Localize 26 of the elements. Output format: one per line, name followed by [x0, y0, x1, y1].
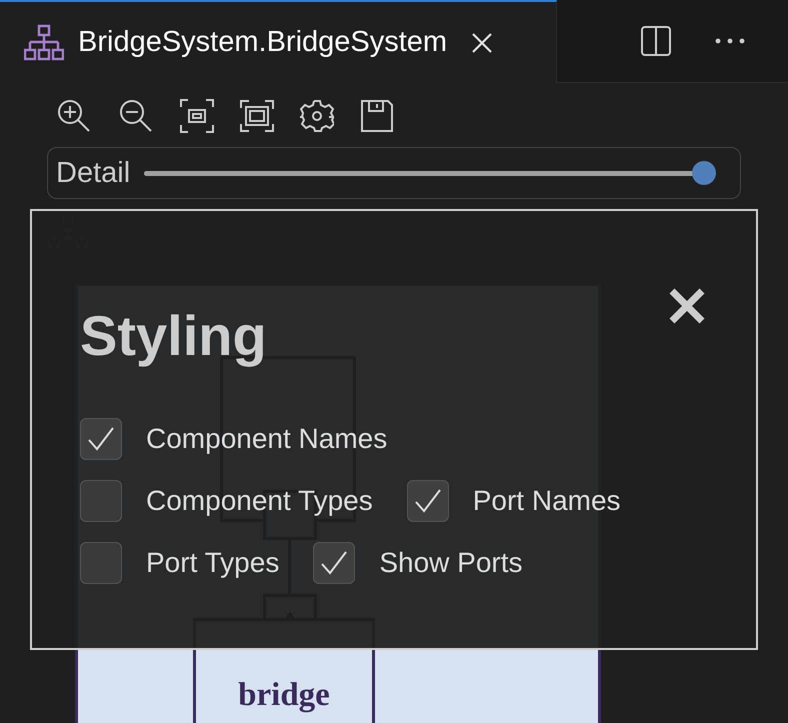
- detail-label: Detail: [56, 156, 130, 190]
- editor-tab[interactable]: BridgeSystem.BridgeSystem: [0, 0, 557, 83]
- close-icon[interactable]: [471, 32, 494, 54]
- zoom-out-icon[interactable]: [118, 98, 154, 134]
- more-icon[interactable]: [714, 37, 746, 45]
- fit-selection-icon[interactable]: [180, 99, 214, 133]
- checkbox-label[interactable]: Component Names: [146, 423, 388, 455]
- settings-icon[interactable]: [300, 99, 334, 133]
- close-icon[interactable]: [668, 287, 706, 325]
- split-editor-icon[interactable]: [640, 25, 672, 57]
- checkbox-label[interactable]: Show Ports: [379, 547, 522, 579]
- checkbox-label[interactable]: Component Types: [146, 485, 373, 517]
- dialog-title: Styling: [80, 303, 267, 368]
- save-icon[interactable]: [360, 99, 394, 133]
- fit-to-screen-icon[interactable]: [240, 100, 274, 132]
- checkbox[interactable]: [80, 480, 122, 522]
- checkbox[interactable]: [313, 542, 356, 584]
- slider-thumb[interactable]: [692, 160, 716, 184]
- component-label: bridge: [238, 677, 330, 715]
- zoom-in-icon[interactable]: [56, 98, 92, 134]
- hierarchy-icon: [24, 24, 64, 62]
- checkbox[interactable]: [80, 418, 122, 460]
- checkbox-label[interactable]: Port Types: [146, 547, 280, 579]
- checkbox[interactable]: [80, 542, 122, 584]
- checkbox-label[interactable]: Port Names: [472, 485, 621, 517]
- checkbox[interactable]: [406, 480, 449, 522]
